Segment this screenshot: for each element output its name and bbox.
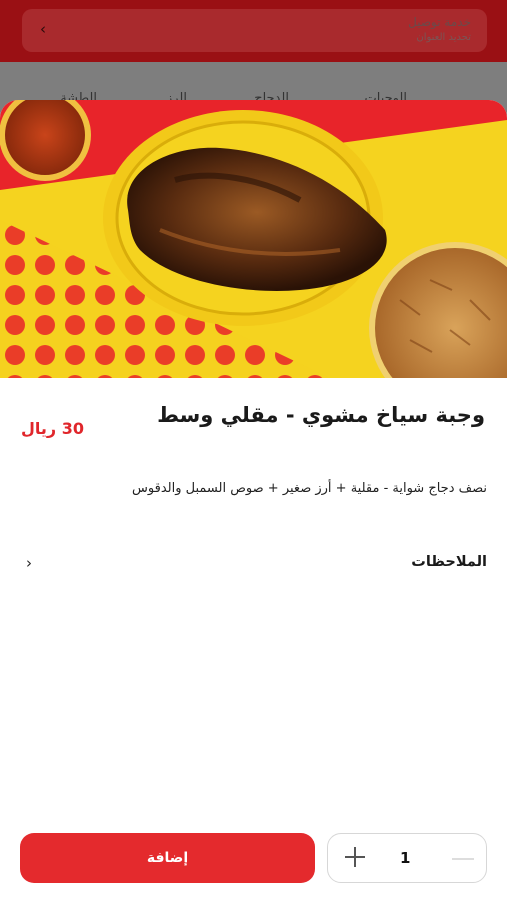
product-photo: [0, 100, 507, 378]
add-to-cart-button[interactable]: إضافة: [20, 833, 315, 883]
product-title: وجبة سياخ مشوي - مقلي وسط: [157, 403, 485, 427]
product-image: [0, 100, 507, 378]
product-price: 30 ريال: [21, 419, 84, 438]
chevron-left-icon: ‹: [40, 20, 46, 38]
delivery-title: خدمة توصيل: [408, 15, 471, 29]
minus-icon[interactable]: [452, 858, 474, 860]
delivery-subtitle: تحديد العنوان: [416, 32, 471, 43]
notes-label: الملاحظات: [411, 554, 487, 570]
product-sheet: وجبة سياخ مشوي - مقلي وسط 30 ريال نصف دج…: [0, 100, 507, 900]
plus-icon[interactable]: [342, 844, 368, 870]
quantity-stepper: 1: [327, 833, 487, 883]
chevron-right-icon: ›: [26, 554, 32, 572]
product-description: نصف دجاج شواية - مقلية + أرز صغير + صوص …: [132, 481, 487, 496]
quantity-value: 1: [400, 849, 411, 867]
app-header: خدمة توصيل تحديد العنوان ‹: [0, 0, 507, 62]
add-button-label: إضافة: [146, 850, 189, 866]
delivery-address-selector[interactable]: خدمة توصيل تحديد العنوان ‹: [22, 9, 487, 52]
notes-row[interactable]: الملاحظات ›: [20, 548, 487, 578]
